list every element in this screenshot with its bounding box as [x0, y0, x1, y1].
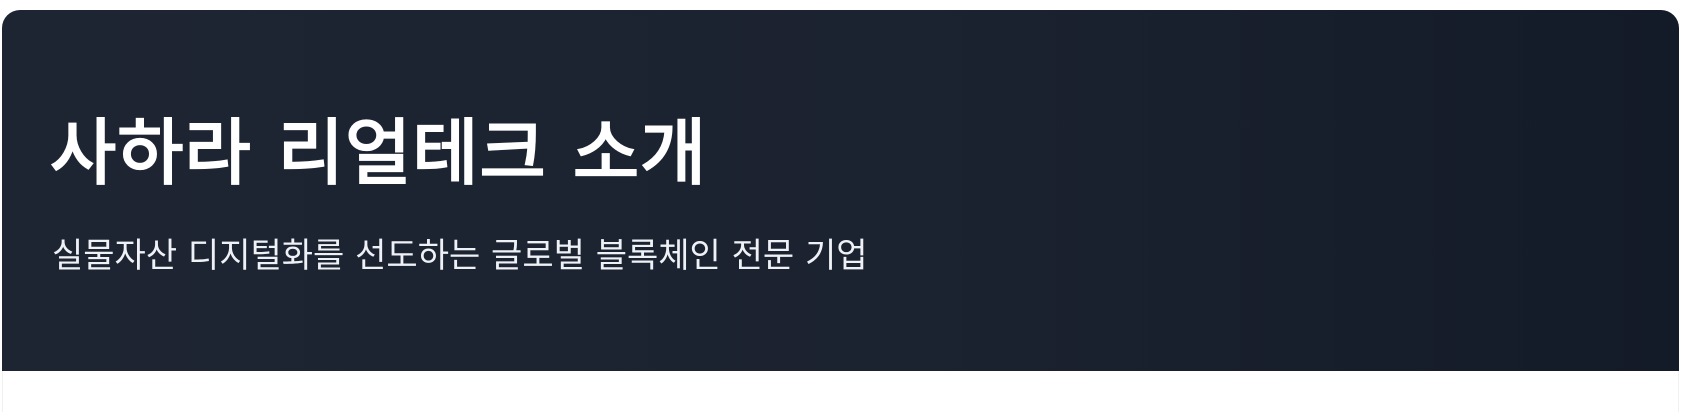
page-title: 사하라 리얼테크 소개: [50, 111, 708, 195]
hero-banner: 사하라 리얼테크 소개 실물자산 디지털화를 선도하는 글로벌 블록체인 전문 …: [2, 10, 1679, 371]
content-area: [2, 371, 1679, 412]
page-subtitle: 실물자산 디지털화를 선도하는 글로벌 블록체인 전문 기업: [52, 236, 868, 276]
